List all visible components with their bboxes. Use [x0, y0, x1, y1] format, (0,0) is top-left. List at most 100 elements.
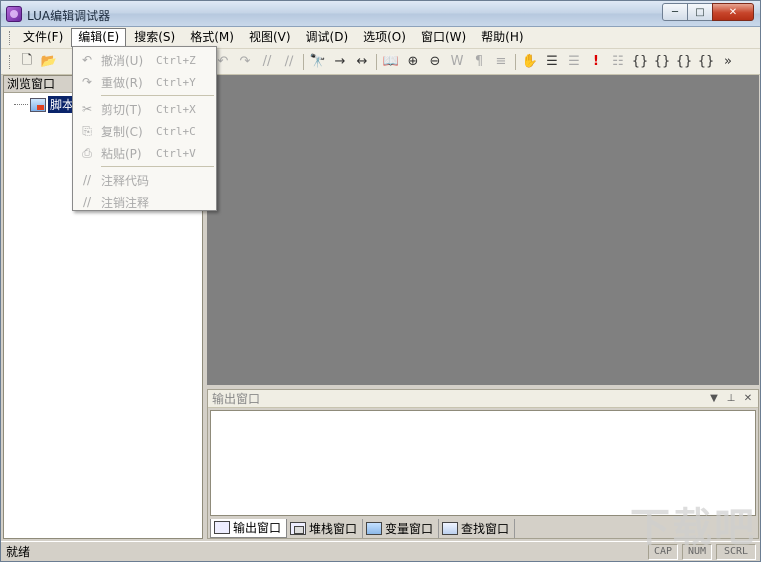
menu-item-label: 粘贴(P)	[101, 146, 142, 161]
cut-icon: ✂	[81, 102, 93, 116]
window-title: LUA编辑调试器	[27, 9, 111, 23]
tab-label: 输出窗口	[233, 521, 282, 535]
tab-output[interactable]: 输出窗口	[210, 518, 288, 538]
replace-icon[interactable]: ↔	[351, 52, 373, 72]
layers-icon[interactable]: ☰	[541, 52, 563, 72]
output-panel-title: 输出窗口	[212, 392, 261, 406]
menu-item-label: 复制(C)	[101, 124, 143, 139]
menu-item-shortcut: Ctrl+X	[156, 102, 196, 116]
breakpoint-mark: !	[593, 54, 599, 69]
menu-item-cut[interactable]: ✂ 剪切(T) Ctrl+X	[73, 98, 216, 120]
dropdown-icon[interactable]: ▼	[707, 393, 721, 404]
list-icon[interactable]: ☰	[563, 52, 585, 72]
tree-connector	[14, 104, 28, 105]
close-icon[interactable]: ✕	[741, 393, 755, 404]
comment-icon[interactable]: //	[256, 52, 278, 72]
step-over-icon[interactable]: {}	[651, 52, 673, 72]
minimize-button[interactable]: ─	[662, 3, 688, 21]
menu-item-comment[interactable]: // 注释代码	[73, 169, 216, 191]
zoom-in-icon[interactable]: ⊕	[402, 52, 424, 72]
tab-find[interactable]: 查找窗口	[439, 518, 516, 538]
script-icon	[30, 97, 46, 112]
find-window-icon	[442, 521, 459, 535]
menu-separator	[101, 95, 214, 96]
watermark-logo: 下载吧	[630, 505, 756, 551]
menu-item-shortcut: Ctrl+Z	[156, 53, 196, 67]
app-icon	[6, 6, 22, 22]
window-controls: ─ □ ✕	[662, 3, 754, 21]
step-out-icon[interactable]: {}	[673, 52, 695, 72]
menu-grip[interactable]	[9, 30, 12, 45]
step-icon[interactable]: ☷	[607, 52, 629, 72]
run-to-cursor-icon[interactable]: {}	[695, 52, 717, 72]
open-file-icon[interactable]: 📂	[38, 52, 60, 72]
close-button[interactable]: ✕	[712, 3, 754, 21]
uncomment-icon[interactable]: ∕∕	[278, 52, 300, 72]
menu-item-label: 重做(R)	[101, 75, 143, 90]
menu-item-label: 注销注释	[101, 195, 150, 210]
tree-item-script[interactable]: 脚本	[14, 96, 77, 113]
menu-view[interactable]: 视图(V)	[242, 28, 298, 47]
menu-item-shortcut: Ctrl+Y	[156, 75, 196, 89]
menu-format[interactable]: 格式(M)	[183, 28, 241, 47]
menu-item-label: 撤消(U)	[101, 53, 144, 68]
paragraph-icon[interactable]: ¶	[468, 52, 490, 72]
maximize-button[interactable]: □	[687, 3, 713, 21]
new-file-icon[interactable]: 🗋	[16, 52, 38, 72]
step-into-icon[interactable]: {}	[629, 52, 651, 72]
menu-item-label: 剪切(T)	[101, 102, 142, 117]
menu-help[interactable]: 帮助(H)	[474, 28, 530, 47]
toolbar-separator	[376, 53, 377, 70]
output-panel-header: 输出窗口 ▼ ⊥ ✕	[208, 390, 758, 408]
menu-item-label: 注释代码	[101, 173, 150, 188]
toolbar-overflow-icon[interactable]: »	[717, 52, 739, 72]
tab-label: 变量窗口	[385, 521, 434, 536]
find-icon[interactable]: 🔭	[307, 52, 329, 72]
menu-file[interactable]: 文件(F)	[16, 28, 70, 47]
toolbar-grip[interactable]	[9, 54, 12, 69]
stack-window-icon	[290, 521, 307, 535]
hand-icon[interactable]: ✋	[519, 52, 541, 72]
menu-item-shortcut: Ctrl+V	[156, 146, 196, 160]
menu-item-paste[interactable]: ⎙ 粘贴(P) Ctrl+V	[73, 142, 216, 164]
menu-item-redo[interactable]: ↷ 重做(R) Ctrl+Y	[73, 71, 216, 93]
menu-item-copy[interactable]: ⎘ 复制(C) Ctrl+C	[73, 120, 216, 142]
menu-separator	[101, 166, 214, 167]
redo-icon: ↷	[81, 75, 93, 89]
variable-window-icon	[366, 521, 383, 535]
tab-label: 堆栈窗口	[309, 521, 358, 536]
tab-stack[interactable]: 堆栈窗口	[287, 518, 364, 538]
whitespace-icon[interactable]: W	[446, 52, 468, 72]
tab-label: 查找窗口	[461, 521, 510, 536]
app-window: LUA编辑调试器 ─ □ ✕ 文件(F) 编辑(E) 搜索(S) 格式(M) 视…	[0, 0, 761, 562]
tab-variables[interactable]: 变量窗口	[363, 518, 440, 538]
find-next-icon[interactable]: →	[329, 52, 351, 72]
status-text: 就绪	[6, 545, 31, 559]
zoom-out-icon[interactable]: ⊖	[424, 52, 446, 72]
comment-icon: //	[82, 173, 92, 187]
menu-debug[interactable]: 调试(D)	[299, 28, 356, 47]
paste-icon: ⎙	[82, 145, 92, 160]
uncomment-icon: ∕/	[82, 195, 92, 209]
toolbar-separator	[515, 53, 516, 70]
pin-icon[interactable]: ⊥	[724, 393, 738, 404]
edit-menu-dropdown: ↶ 撤消(U) Ctrl+Z ↷ 重做(R) Ctrl+Y ✂ 剪切(T) Ct…	[72, 46, 217, 211]
menu-item-undo[interactable]: ↶ 撤消(U) Ctrl+Z	[73, 49, 216, 71]
undo-icon: ↶	[81, 53, 93, 67]
menu-search[interactable]: 搜索(S)	[127, 28, 182, 47]
output-window-icon	[214, 521, 230, 534]
breakpoint-icon[interactable]: !	[585, 52, 607, 72]
indent-icon[interactable]: ≡	[490, 52, 512, 72]
toolbar-separator	[303, 53, 304, 70]
bookmark-icon[interactable]: 📖	[380, 52, 402, 72]
copy-icon: ⎘	[82, 123, 92, 138]
menu-options[interactable]: 选项(O)	[356, 28, 413, 47]
editor-area[interactable]	[207, 75, 759, 385]
title-bar: LUA编辑调试器 ─ □ ✕	[1, 1, 760, 27]
redo-icon[interactable]: ↷	[234, 52, 256, 72]
output-tabs: 输出窗口 堆栈窗口 变量窗口 查找窗口	[210, 518, 516, 538]
menu-item-uncomment[interactable]: ∕/ 注销注释	[73, 191, 216, 213]
menu-window[interactable]: 窗口(W)	[414, 28, 473, 47]
menu-edit[interactable]: 编辑(E)	[71, 28, 127, 47]
menu-item-shortcut: Ctrl+C	[156, 124, 196, 138]
